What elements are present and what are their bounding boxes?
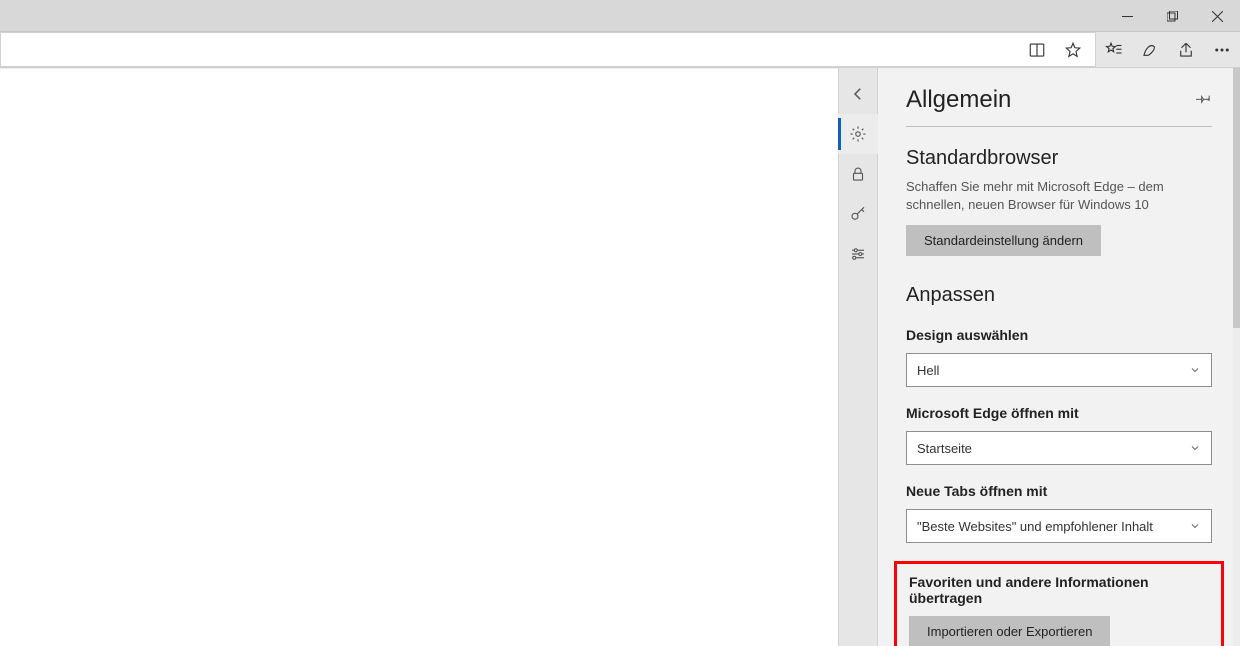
main-area: Allgemein Standardbrowser Schaffen Sie m… xyxy=(0,68,1240,646)
theme-label: Design auswählen xyxy=(906,327,1212,343)
maximize-button[interactable] xyxy=(1150,0,1195,32)
minimize-button[interactable] xyxy=(1105,0,1150,32)
ink-icon[interactable] xyxy=(1132,32,1168,68)
share-icon[interactable] xyxy=(1168,32,1204,68)
new-tabs-select[interactable]: "Beste Websites" und empfohlener Inhalt xyxy=(906,509,1212,543)
import-highlight-box: Favoriten und andere Informationen übert… xyxy=(894,561,1224,646)
advanced-sliders-icon[interactable] xyxy=(838,234,878,274)
address-bar[interactable] xyxy=(0,32,1096,67)
page-content xyxy=(0,68,838,646)
new-tabs-label: Neue Tabs öffnen mit xyxy=(906,483,1212,499)
settings-scrollbar[interactable] xyxy=(1233,68,1240,646)
section-default-browser: Standardbrowser Schaffen Sie mehr mit Mi… xyxy=(906,147,1212,256)
settings-gear-icon[interactable] xyxy=(838,114,878,154)
toolbar-actions xyxy=(1096,32,1240,67)
more-icon[interactable] xyxy=(1204,32,1240,68)
settings-panel: Allgemein Standardbrowser Schaffen Sie m… xyxy=(878,68,1240,646)
panel-title: Allgemein xyxy=(906,86,1011,114)
close-button[interactable] xyxy=(1195,0,1240,32)
theme-value: Hell xyxy=(917,363,939,378)
section-customize: Anpassen Design auswählen Hell Microsoft… xyxy=(906,284,1212,646)
field-new-tabs: Neue Tabs öffnen mit "Beste Websites" un… xyxy=(906,483,1212,543)
import-label: Favoriten und andere Informationen übert… xyxy=(909,574,1209,606)
favorites-list-icon[interactable] xyxy=(1096,32,1132,68)
import-export-button[interactable]: Importieren oder Exportieren xyxy=(909,616,1110,646)
back-icon[interactable] xyxy=(838,74,878,114)
settings-nav-strip xyxy=(838,68,878,646)
open-with-value: Startseite xyxy=(917,441,972,456)
scrollbar-thumb[interactable] xyxy=(1233,68,1240,328)
pin-icon[interactable] xyxy=(1196,90,1212,111)
field-theme: Design auswählen Hell xyxy=(906,327,1212,387)
browser-toolbar xyxy=(0,32,1240,68)
reading-view-icon[interactable] xyxy=(1019,32,1055,68)
default-browser-heading: Standardbrowser xyxy=(906,147,1212,170)
change-default-button[interactable]: Standardeinstellung ändern xyxy=(906,225,1101,256)
field-open-with: Microsoft Edge öffnen mit Startseite xyxy=(906,405,1212,465)
passwords-key-icon[interactable] xyxy=(838,194,878,234)
customize-heading: Anpassen xyxy=(906,284,1212,307)
chevron-down-icon xyxy=(1189,520,1201,532)
window-title-bar xyxy=(0,0,1240,32)
privacy-lock-icon[interactable] xyxy=(838,154,878,194)
theme-select[interactable]: Hell xyxy=(906,353,1212,387)
favorite-star-icon[interactable] xyxy=(1055,32,1091,68)
chevron-down-icon xyxy=(1189,442,1201,454)
chevron-down-icon xyxy=(1189,364,1201,376)
new-tabs-value: "Beste Websites" und empfohlener Inhalt xyxy=(917,519,1153,534)
default-browser-desc: Schaffen Sie mehr mit Microsoft Edge – d… xyxy=(906,178,1212,213)
open-with-select[interactable]: Startseite xyxy=(906,431,1212,465)
open-with-label: Microsoft Edge öffnen mit xyxy=(906,405,1212,421)
panel-header: Allgemein xyxy=(906,86,1212,127)
